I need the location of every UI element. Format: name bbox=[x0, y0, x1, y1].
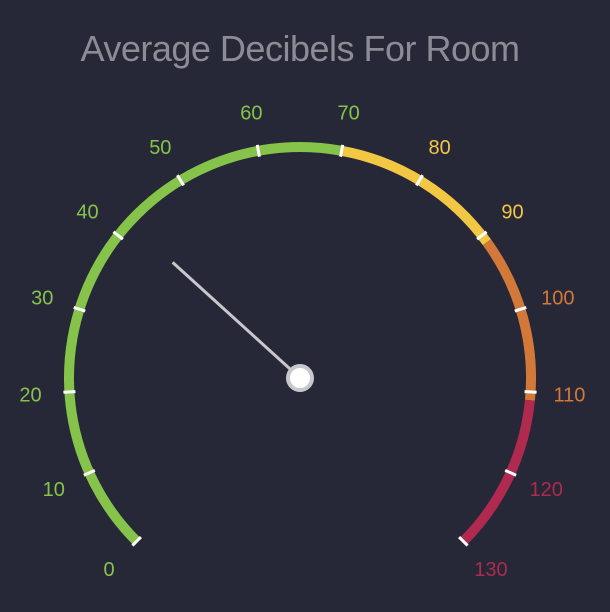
gauge-needle-pivot bbox=[286, 364, 314, 392]
gauge-tick-label: 40 bbox=[76, 201, 98, 223]
gauge-tick-label: 50 bbox=[149, 137, 171, 159]
gauge-band-2 bbox=[482, 239, 536, 401]
gauge-chart: 0 10 20 30 40 50 60 70 80 90 100 110 120 130 bbox=[19, 102, 586, 581]
gauge-band-3 bbox=[459, 399, 535, 545]
gauge-tick-label: 0 bbox=[104, 559, 115, 581]
gauge-tick-label: 120 bbox=[530, 479, 563, 501]
gauge-band-0 bbox=[64, 142, 343, 545]
gauge-tick-label: 130 bbox=[474, 559, 507, 581]
gauge-tick-label: 100 bbox=[541, 288, 574, 310]
gauge-tick-label: 20 bbox=[19, 384, 41, 406]
gauge-needle bbox=[171, 261, 302, 380]
gauge-tick-label: 110 bbox=[554, 384, 586, 406]
gauge-tick bbox=[339, 144, 345, 157]
gauge-tick bbox=[63, 390, 76, 394]
gauge-tick-label: 30 bbox=[31, 288, 53, 310]
gauge-band-1 bbox=[340, 145, 491, 246]
gauge-tick-label: 70 bbox=[338, 102, 360, 124]
gauge-tick-label: 90 bbox=[501, 201, 523, 223]
gauge-tick-label: 80 bbox=[429, 137, 451, 159]
gauge-tick-label: 10 bbox=[43, 479, 65, 501]
gauge-tick bbox=[524, 390, 537, 394]
gauge-tick-label: 60 bbox=[240, 102, 262, 124]
gauge-tick bbox=[255, 144, 261, 157]
